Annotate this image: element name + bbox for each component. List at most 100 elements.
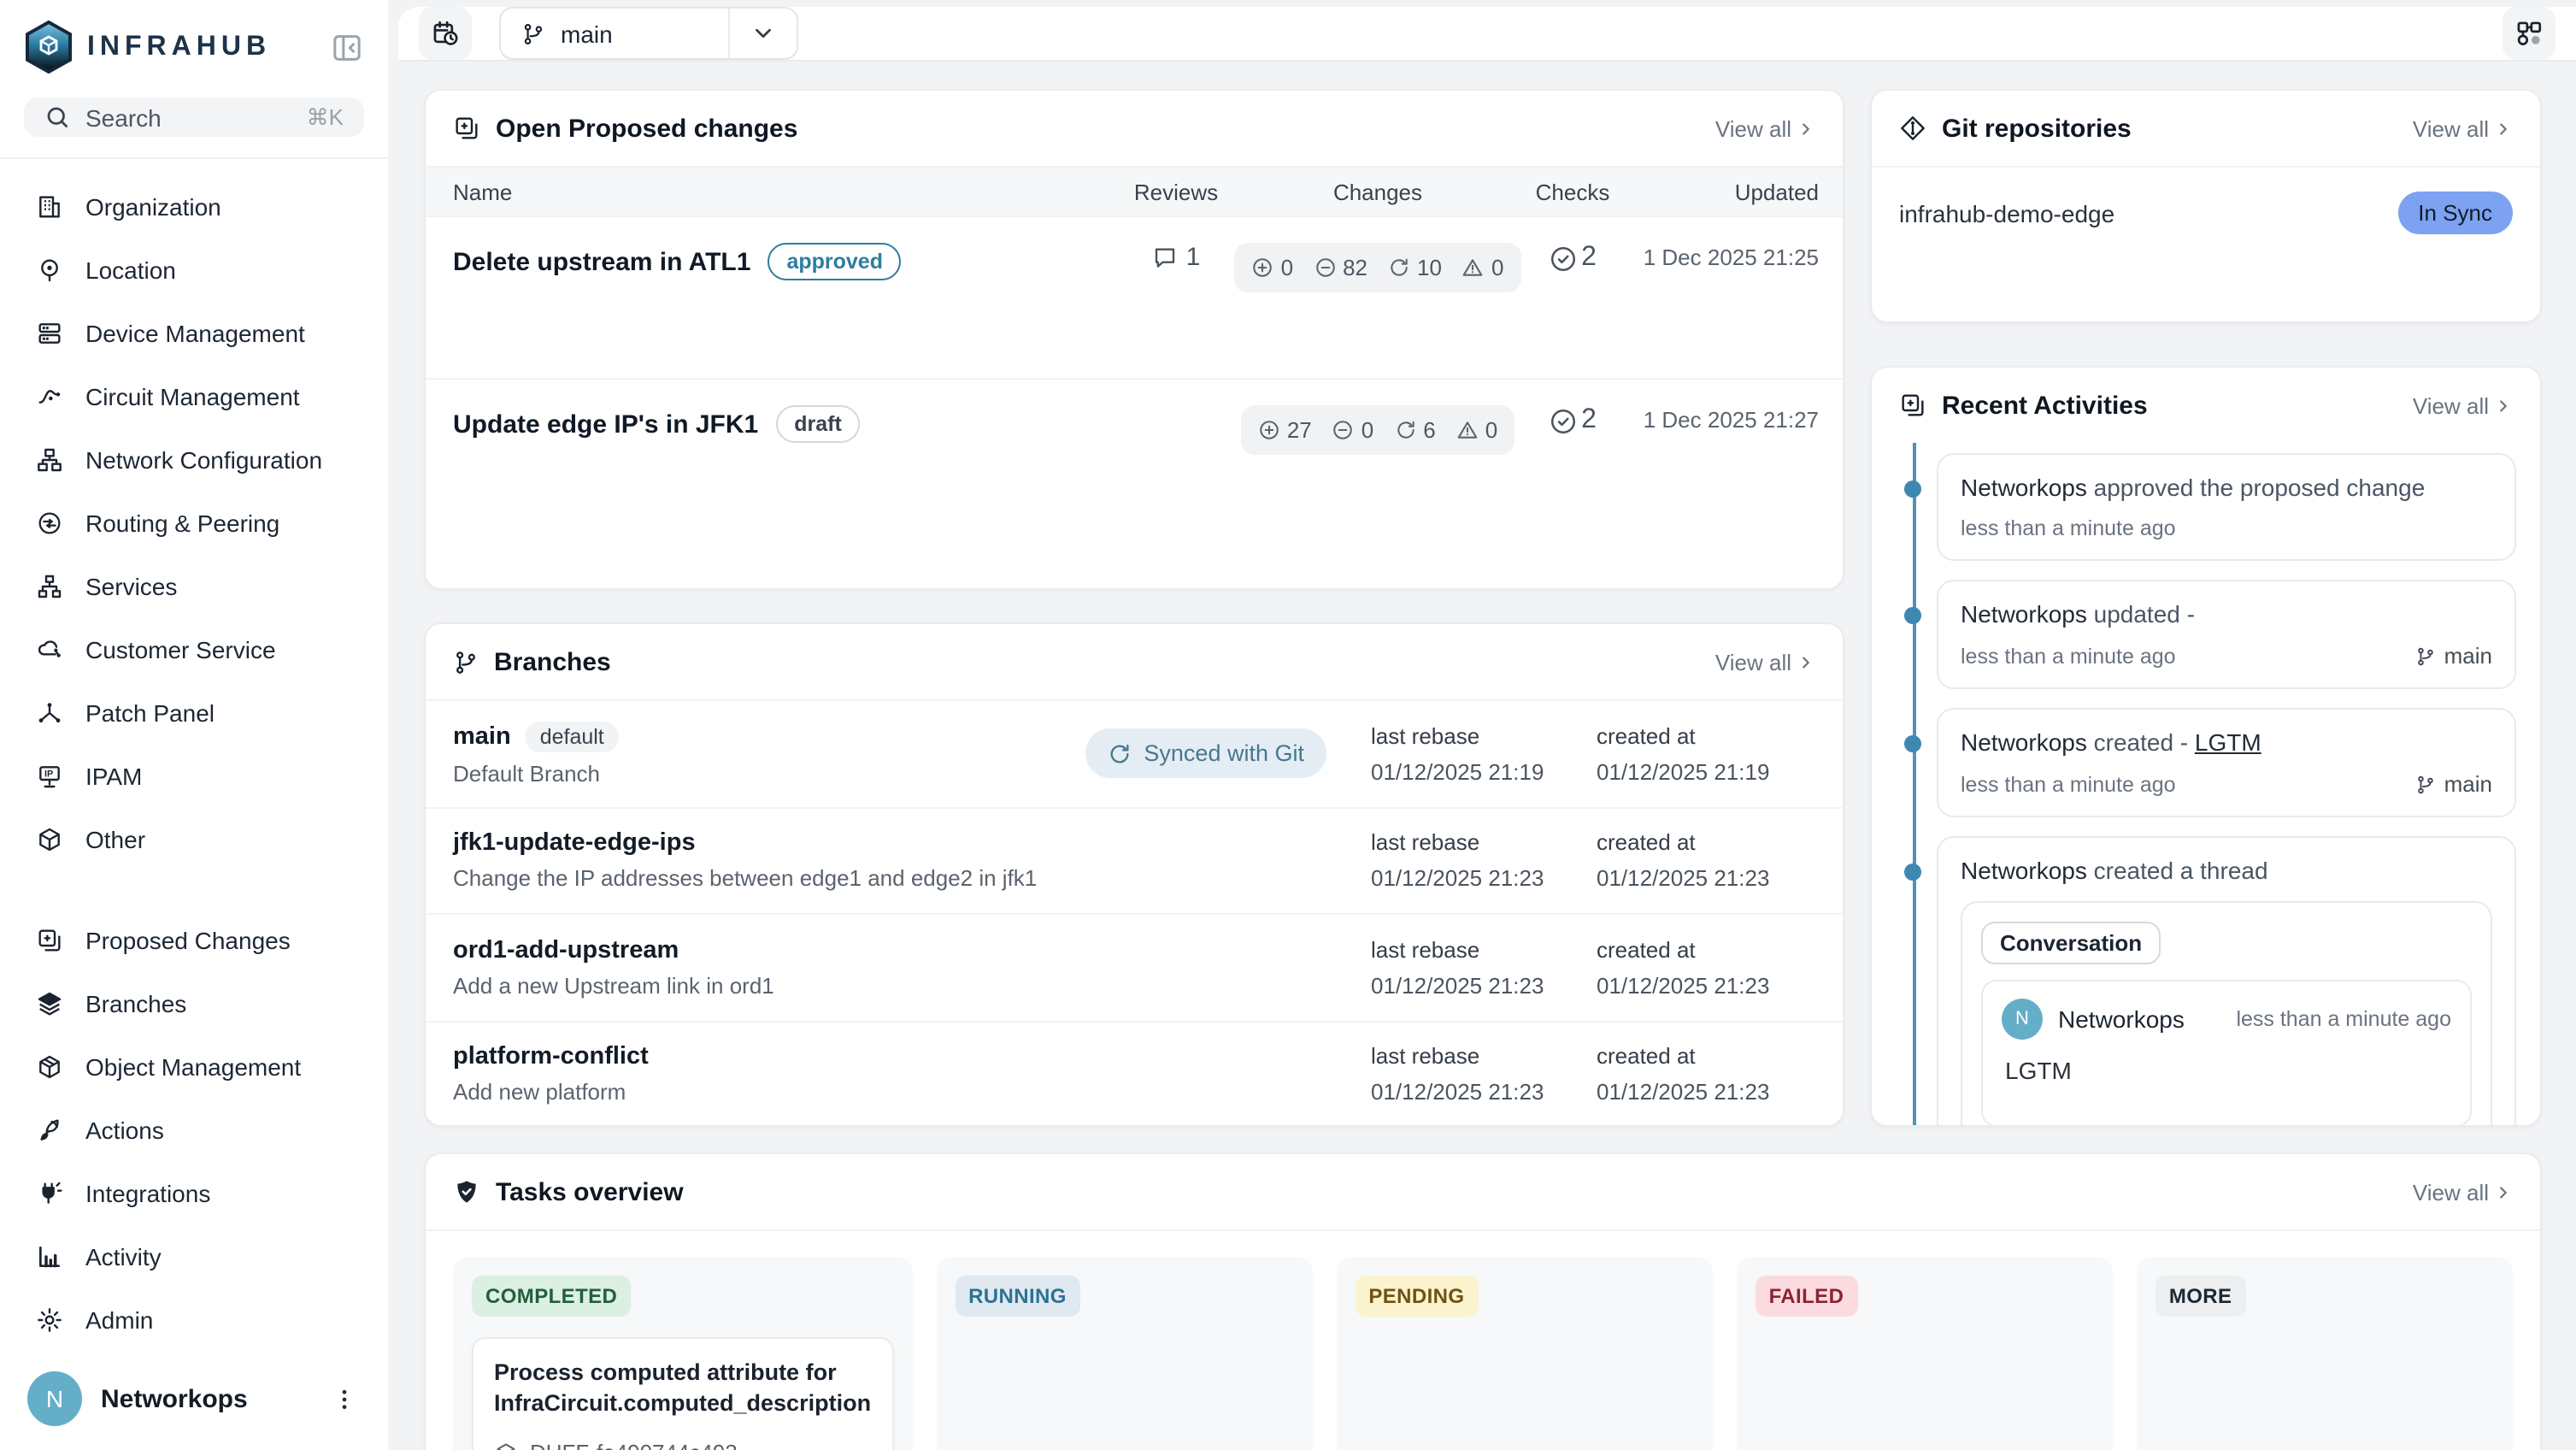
sidebar-item-label: Location (85, 256, 176, 283)
section-title: Git repositories (1942, 114, 2397, 143)
nav-group-gap (0, 870, 388, 908)
branch-description: Add a new Upstream link in ord1 (453, 973, 1371, 999)
section-title: Branches (494, 647, 1700, 676)
activity-time: less than a minute ago (1961, 516, 2492, 540)
sidebar-item-ipam[interactable]: IP IPAM (0, 744, 388, 807)
branch-name[interactable]: main (453, 723, 511, 751)
table-row[interactable]: Update edge IP's in JFK1 draft 27 0 6 (426, 378, 1843, 539)
proposed-changes-header: Open Proposed changes View all (426, 91, 1843, 166)
rebase-date: 01/12/2025 21:23 (1371, 866, 1562, 892)
activity-actor: Networkops (1961, 600, 2087, 628)
sidebar-item-actions[interactable]: Actions (0, 1098, 388, 1161)
updated-timestamp: 1 Dec 2025 21:27 (1644, 400, 1819, 433)
sidebar-item-proposed-changes[interactable]: Proposed Changes (0, 908, 388, 971)
view-all-link[interactable]: View all (2413, 115, 2513, 141)
sidebar-item-label: Services (85, 572, 177, 599)
status-badge: FAILED (1756, 1276, 1858, 1317)
search-shortcut: ⌘K (307, 103, 344, 131)
sidebar-item-location[interactable]: Location (0, 238, 388, 301)
search-icon (44, 104, 70, 130)
task-card[interactable]: Process computed attribute for InfraCirc… (472, 1337, 893, 1450)
branches-card: Branches View all main default (424, 622, 1844, 1127)
schema-workflow-button[interactable] (2502, 7, 2555, 60)
status-badge: PENDING (1355, 1276, 1478, 1317)
task-column-running: RUNNING (936, 1257, 1312, 1450)
recent-activities-header: Recent Activities View all (1872, 368, 2540, 443)
branch-name[interactable]: ord1-add-upstream (453, 937, 679, 964)
sidebar-item-integrations[interactable]: Integrations (0, 1161, 388, 1224)
chevron-down-icon[interactable] (730, 9, 797, 58)
column-changes: Changes (1244, 179, 1511, 204)
view-all-link[interactable]: View all (2413, 1179, 2513, 1205)
activity-branch: main (2415, 643, 2492, 669)
branch-description: Change the IP addresses between edge1 an… (453, 866, 1371, 892)
sidebar-item-services[interactable]: Services (0, 554, 388, 617)
view-all-link[interactable]: View all (2413, 392, 2513, 418)
sidebar-item-activity[interactable]: Activity (0, 1224, 388, 1288)
comment-author: Networkops (2058, 1005, 2220, 1033)
comment-card: N Networkops less than a minute ago LGTM (1981, 980, 2472, 1127)
topbar: main (398, 7, 2576, 62)
building-icon (34, 192, 63, 221)
rebase-label: last rebase (1371, 937, 1562, 963)
circuit-icon (34, 381, 63, 410)
branch-row[interactable]: ord1-add-upstream Add a new Upstream lin… (426, 913, 1843, 1020)
activity-action: created a thread (2094, 857, 2268, 884)
sidebar-collapse-icon[interactable] (330, 30, 364, 64)
view-all-link[interactable]: View all (1715, 115, 1815, 141)
sidebar-item-network-configuration[interactable]: Network Configuration (0, 427, 388, 491)
activity-action: approved the proposed change (2094, 474, 2426, 501)
search-input[interactable]: Search ⌘K (24, 97, 364, 137)
proposed-change-name[interactable]: Update edge IP's in JFK1 (453, 410, 758, 439)
time-travel-button[interactable] (419, 7, 472, 60)
proposed-change-name[interactable]: Delete upstream in ATL1 (453, 247, 750, 276)
rebase-date: 01/12/2025 21:23 (1371, 973, 1562, 999)
repository-row[interactable]: infrahub-demo-edge In Sync (1872, 166, 2540, 258)
sidebar-item-routing-peering[interactable]: Routing & Peering (0, 491, 388, 554)
section-title: Tasks overview (496, 1177, 2397, 1206)
created-date: 01/12/2025 21:23 (1597, 973, 1805, 999)
sidebar-item-circuit-management[interactable]: Circuit Management (0, 364, 388, 427)
comment-time: less than a minute ago (2236, 1007, 2451, 1031)
thread-container: Conversation N Networkops less than a mi… (1961, 901, 2492, 1127)
sidebar-item-branches[interactable]: Branches (0, 971, 388, 1034)
changes-summary: 27 0 6 0 (1241, 405, 1514, 455)
branch-selector-value[interactable]: main (501, 9, 728, 58)
layers-icon (34, 988, 63, 1017)
status-badge: draft (775, 405, 861, 443)
sidebar-item-label: Actions (85, 1116, 164, 1143)
comment-body: LGTM (2005, 1057, 2451, 1084)
branch-row[interactable]: platform-conflict Add new platform last … (426, 1020, 1843, 1127)
table-header: Name Reviews Changes Checks Updated (426, 166, 1843, 217)
created-date: 01/12/2025 21:23 (1597, 866, 1805, 892)
git-branch-icon (453, 649, 479, 675)
user-menu[interactable]: N Networkops (0, 1351, 388, 1450)
branch-name[interactable]: jfk1-update-edge-ips (453, 830, 696, 858)
branch-row[interactable]: jfk1-update-edge-ips Change the IP addre… (426, 806, 1843, 913)
sidebar-item-customer-service[interactable]: Customer Service (0, 617, 388, 681)
sidebar-item-admin[interactable]: Admin (0, 1288, 388, 1351)
activity-branch: main (2415, 771, 2492, 797)
chevron-right-icon (2494, 396, 2513, 415)
view-all-link[interactable]: View all (1715, 649, 1815, 675)
router-globe-icon (34, 508, 63, 537)
sidebar-item-label: Admin (85, 1306, 153, 1333)
sidebar-item-other[interactable]: Other (0, 807, 388, 870)
sidebar-item-patch-panel[interactable]: Patch Panel (0, 681, 388, 744)
table-row[interactable]: Delete upstream in ATL1 approved 1 (426, 217, 1843, 378)
git-repositories-card: Git repositories View all infrahub-demo-… (1870, 89, 2542, 323)
sidebar-item-device-management[interactable]: Device Management (0, 301, 388, 364)
sidebar-item-label: Proposed Changes (85, 926, 291, 953)
created-date: 01/12/2025 21:19 (1597, 759, 1805, 785)
task-title: Process computed attribute for InfraCirc… (494, 1358, 871, 1420)
activity-time: less than a minute ago (1961, 644, 2415, 668)
sidebar-item-organization[interactable]: Organization (0, 174, 388, 238)
branch-name[interactable]: platform-conflict (453, 1044, 649, 1071)
branch-row[interactable]: main default Default Branch Synced with … (426, 699, 1843, 806)
kebab-menu-icon[interactable] (328, 1382, 361, 1415)
created-date: 01/12/2025 21:23 (1597, 1080, 1805, 1105)
activity-object-link[interactable]: LGTM (2195, 728, 2261, 756)
sidebar-item-object-management[interactable]: Object Management (0, 1034, 388, 1098)
timeline-dot-icon (1904, 864, 1921, 881)
sidebar-item-label: Branches (85, 989, 186, 1017)
